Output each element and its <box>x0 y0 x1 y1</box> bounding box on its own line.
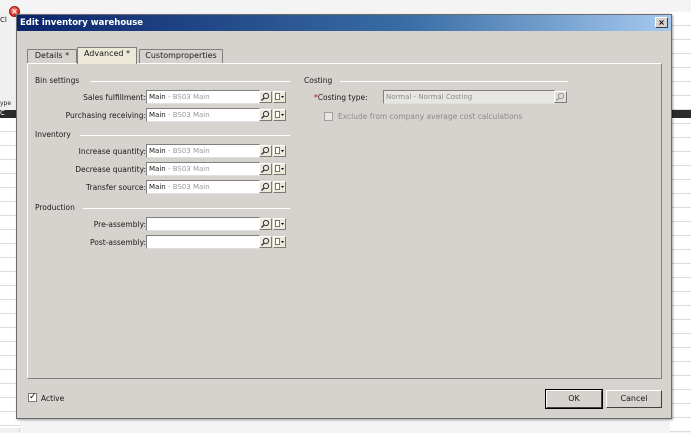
label-post-assembly: Post-assembly: <box>90 238 146 247</box>
decrease-quantity-input[interactable]: Main - BS03 Main <box>146 162 260 176</box>
active-checkbox[interactable]: ✓ <box>28 392 37 402</box>
label-transfer-source: Transfer source: <box>86 183 146 192</box>
tab-customproperties[interactable]: Customproperties <box>139 49 223 63</box>
field-value: Main <box>149 111 166 119</box>
lookup-icon[interactable] <box>259 91 272 103</box>
exclude-average-cost-label: Exclude from company average cost calcul… <box>338 112 523 121</box>
field-value: Normal - Normal Costing <box>386 93 473 101</box>
pre-assembly-input[interactable] <box>146 217 260 231</box>
group-title-production: Production <box>35 203 75 212</box>
label-sales-fulfillment: Sales fulfillment: <box>83 93 146 102</box>
label-costing-type: *Costing type: <box>314 93 378 102</box>
check-mark-icon: ✓ <box>29 392 37 402</box>
dropdown-menu-icon[interactable] <box>273 218 286 230</box>
close-icon[interactable]: × <box>655 17 668 28</box>
field-value-description: - BS03 Main <box>165 165 210 173</box>
cancel-button[interactable]: Cancel <box>606 390 662 408</box>
dropdown-menu-icon[interactable] <box>273 91 286 103</box>
label-purchasing-receiving: Purchasing receiving: <box>65 111 146 120</box>
field-value-description: - BS03 Main <box>165 183 210 191</box>
active-label: Active <box>41 394 65 403</box>
field-value-description: - BS03 Main <box>165 111 210 119</box>
field-value-description: - BS03 Main <box>165 147 210 155</box>
background-text-fragment: ype <box>0 100 12 107</box>
group-divider <box>83 208 290 209</box>
tab-advanced[interactable]: Advanced * <box>77 47 137 64</box>
edit-warehouse-dialog: Edit inventory warehouse × Details * Adv… <box>16 14 672 419</box>
background-text-fragment: Cl <box>0 16 7 24</box>
lookup-icon[interactable] <box>259 236 272 248</box>
lookup-icon[interactable] <box>259 181 272 193</box>
dropdown-menu-icon[interactable] <box>273 236 286 248</box>
dropdown-menu-icon[interactable] <box>273 181 286 193</box>
post-assembly-input[interactable] <box>146 235 260 249</box>
costing-type-input[interactable]: Normal - Normal Costing <box>383 90 555 104</box>
label-decrease-quantity: Decrease quantity: <box>75 165 146 174</box>
exclude-average-cost-checkbox[interactable] <box>324 112 333 121</box>
dropdown-menu-icon[interactable] <box>273 109 286 121</box>
increase-quantity-input[interactable]: Main - BS03 Main <box>146 144 260 158</box>
group-title-inventory: Inventory <box>35 130 71 139</box>
field-value: Main <box>149 183 166 191</box>
field-value: Main <box>149 165 166 173</box>
lookup-icon[interactable] <box>259 109 272 121</box>
tab-details[interactable]: Details * <box>27 49 77 63</box>
lookup-icon[interactable] <box>259 218 272 230</box>
background-grid-right <box>670 12 691 432</box>
dialog-title: Edit inventory warehouse <box>20 18 144 28</box>
transfer-source-input[interactable]: Main - BS03 Main <box>146 180 260 194</box>
field-value: Main <box>149 147 166 155</box>
dropdown-menu-icon[interactable] <box>273 163 286 175</box>
lookup-icon[interactable] <box>259 163 272 175</box>
field-value-description: - BS03 Main <box>165 93 210 101</box>
field-value: Main <box>149 93 166 101</box>
group-title-costing: Costing <box>304 76 333 85</box>
ok-button[interactable]: OK <box>545 389 603 409</box>
label-increase-quantity: Increase quantity: <box>78 147 146 156</box>
group-title-bin-settings: Bin settings <box>35 76 80 85</box>
label-costing-type-text: Costing type: <box>317 93 368 102</box>
advanced-panel: Bin settings Sales fulfillment: Main - B… <box>27 63 662 379</box>
label-pre-assembly: Pre-assembly: <box>93 220 146 229</box>
group-divider <box>340 81 568 82</box>
lookup-icon[interactable] <box>259 145 272 157</box>
background-text-fragment: C <box>0 109 5 117</box>
group-divider <box>90 81 290 82</box>
purchasing-receiving-input[interactable]: Main - BS03 Main <box>146 108 260 122</box>
dropdown-menu-icon[interactable] <box>273 145 286 157</box>
dialog-titlebar: Edit inventory warehouse × <box>17 15 671 31</box>
lookup-icon[interactable] <box>554 91 567 103</box>
sales-fulfillment-input[interactable]: Main - BS03 Main <box>146 90 260 104</box>
group-divider <box>80 135 290 136</box>
